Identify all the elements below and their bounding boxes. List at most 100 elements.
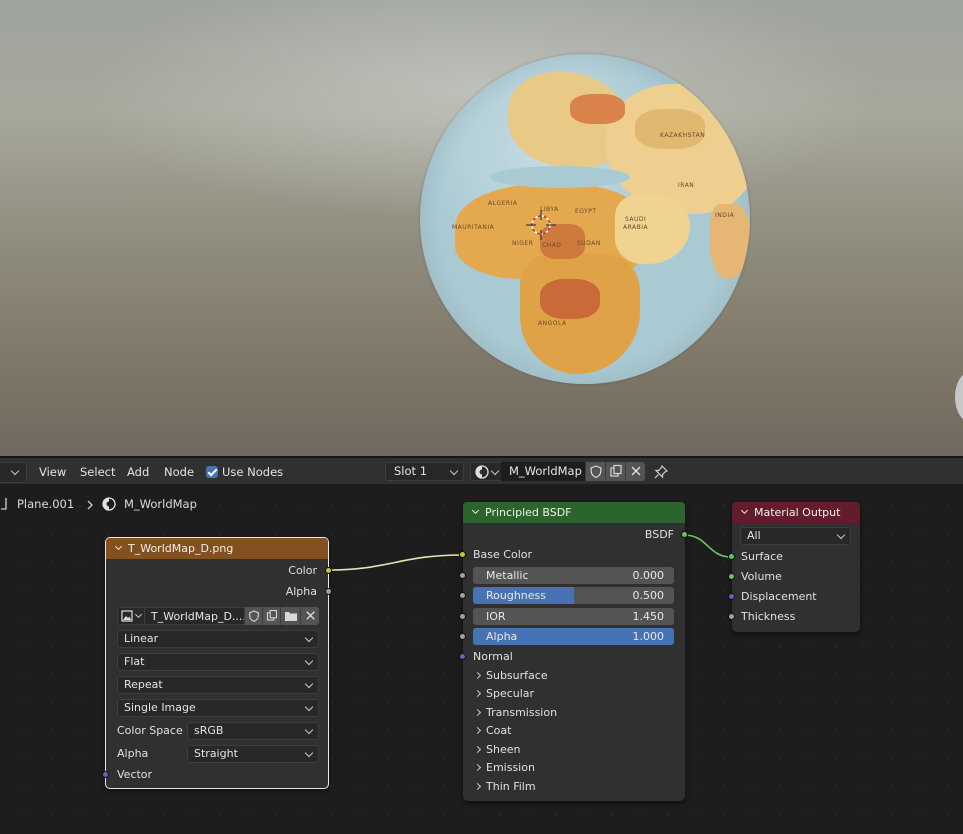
normal-input-socket[interactable]	[459, 653, 466, 660]
image-name-field[interactable]: T_WorldMap_D....	[145, 607, 246, 625]
use-nodes-checkbox[interactable]	[206, 466, 218, 478]
globe-model: KAZAKHSTAN ALGERIA LIBYA EGYPT SAUDI ARA…	[420, 54, 750, 384]
background-object	[955, 372, 963, 422]
metallic-input-socket[interactable]	[459, 572, 466, 579]
fake-user-button[interactable]	[585, 462, 605, 481]
map-label: IRAN	[678, 182, 695, 189]
panel-coat[interactable]: Coat	[475, 724, 511, 737]
metallic-field[interactable]: Metallic 0.000	[473, 567, 674, 584]
roughness-input-socket[interactable]	[459, 592, 466, 599]
material-output-header[interactable]: Material Output	[732, 502, 860, 523]
material-name: M_WorldMap	[509, 464, 582, 478]
chevron-right-icon	[87, 500, 93, 510]
duplicate-material-button[interactable]	[605, 462, 625, 481]
output-target-dropdown[interactable]: All	[740, 527, 851, 545]
panel-subsurface[interactable]: Subsurface	[475, 669, 548, 682]
output-color-label: Color	[288, 564, 317, 577]
duplicate-icon	[610, 464, 622, 477]
menu-select[interactable]: Select	[80, 465, 115, 479]
map-label: SUDAN	[577, 240, 601, 247]
map-label: CHAD	[542, 242, 562, 249]
field-value: 0.000	[632, 569, 665, 582]
color-space-dropdown[interactable]: sRGB	[187, 722, 319, 740]
3d-viewport[interactable]: KAZAKHSTAN ALGERIA LIBYA EGYPT SAUDI ARA…	[0, 0, 963, 456]
breadcrumb-object: Plane.001	[17, 497, 75, 511]
slot-dropdown[interactable]: Slot 1	[385, 462, 464, 481]
map-congo	[540, 279, 600, 319]
panel-transmission[interactable]: Transmission	[475, 706, 557, 719]
volume-input-socket[interactable]	[728, 573, 735, 580]
material-sphere-icon	[475, 465, 489, 479]
normal-label: Normal	[473, 650, 513, 663]
node-title: T_WorldMap_D.png	[128, 542, 234, 555]
shield-icon	[248, 610, 260, 623]
vector-input-socket[interactable]	[102, 771, 109, 778]
image-texture-header[interactable]: T_WorldMap_D.png	[106, 538, 328, 559]
3d-cursor-icon[interactable]	[526, 210, 556, 240]
vector-input-label: Vector	[117, 768, 153, 781]
base-color-label: Base Color	[473, 548, 533, 561]
collapse-chevron-icon[interactable]	[740, 506, 749, 515]
panel-thin-film[interactable]: Thin Film	[475, 780, 536, 793]
source-value: Single Image	[124, 701, 196, 714]
thickness-label: Thickness	[741, 610, 796, 623]
base-color-input-socket[interactable]	[459, 551, 466, 558]
editor-mode-dropdown[interactable]	[0, 462, 27, 483]
unlink-material-button[interactable]	[625, 462, 645, 481]
roughness-field[interactable]: Roughness 0.500	[473, 587, 674, 604]
map-label: ARABIA	[623, 224, 649, 231]
image-fake-user-button[interactable]	[244, 607, 262, 625]
material-sphere-icon	[102, 497, 116, 511]
menu-view[interactable]: View	[39, 465, 66, 479]
ior-input-socket[interactable]	[459, 613, 466, 620]
collapse-chevron-icon[interactable]	[471, 506, 480, 515]
image-unlink-button[interactable]	[300, 607, 319, 625]
folder-icon	[285, 612, 297, 621]
field-name: Metallic	[486, 569, 529, 582]
image-duplicate-button[interactable]	[262, 607, 280, 625]
alpha-field[interactable]: Alpha 1.000	[473, 628, 674, 645]
alpha-output-socket[interactable]	[325, 588, 332, 595]
field-name: Roughness	[486, 589, 547, 602]
image-texture-node[interactable]: T_WorldMap_D.png Color Alpha T_WorldMap_…	[102, 537, 332, 789]
source-dropdown[interactable]: Single Image	[117, 699, 319, 717]
node-title: Principled BSDF	[485, 506, 572, 519]
pin-icon[interactable]	[653, 464, 669, 480]
projection-dropdown[interactable]: Flat	[117, 653, 319, 671]
menu-node[interactable]: Node	[164, 465, 194, 479]
material-output-node[interactable]: Material Output All Surface Volume Displ…	[728, 502, 860, 632]
extension-value: Repeat	[124, 678, 163, 691]
principled-bsdf-header[interactable]: Principled BSDF	[463, 502, 685, 523]
displacement-input-socket[interactable]	[728, 593, 735, 600]
panel-specular[interactable]: Specular	[475, 687, 534, 700]
bsdf-output-socket[interactable]	[681, 531, 688, 538]
panel-emission[interactable]: Emission	[475, 761, 535, 774]
alpha-mode-dropdown[interactable]: Straight	[187, 745, 319, 763]
image-icon	[121, 610, 133, 622]
ior-field[interactable]: IOR 1.450	[473, 608, 674, 625]
interpolation-dropdown[interactable]: Linear	[117, 630, 319, 648]
duplicate-icon	[266, 610, 278, 621]
collapse-chevron-icon[interactable]	[114, 542, 123, 551]
map-label: MAURITANIA	[452, 224, 495, 231]
map-asia	[605, 84, 750, 214]
principled-bsdf-node[interactable]: Principled BSDF BSDF Base Color Metallic…	[459, 502, 688, 801]
image-open-button[interactable]	[280, 607, 300, 625]
menu-add[interactable]: Add	[127, 465, 149, 479]
image-browse-button[interactable]	[117, 607, 145, 625]
alpha-mode-value: Straight	[194, 747, 238, 760]
color-output-socket[interactable]	[325, 567, 332, 574]
breadcrumb-material: M_WorldMap	[124, 497, 197, 511]
map-russia-red	[570, 94, 625, 124]
panel-sheen[interactable]: Sheen	[475, 743, 520, 756]
surface-input-socket[interactable]	[728, 553, 735, 560]
material-name-field[interactable]: M_WorldMap	[501, 462, 585, 481]
thickness-input-socket[interactable]	[728, 613, 735, 620]
material-browse-button[interactable]	[470, 462, 502, 481]
slot-label: Slot 1	[394, 464, 428, 478]
alpha-input-socket[interactable]	[459, 633, 466, 640]
use-nodes-label[interactable]: Use Nodes	[222, 465, 283, 479]
extension-dropdown[interactable]: Repeat	[117, 676, 319, 694]
node-title: Material Output	[754, 506, 841, 519]
field-name: IOR	[486, 610, 506, 623]
